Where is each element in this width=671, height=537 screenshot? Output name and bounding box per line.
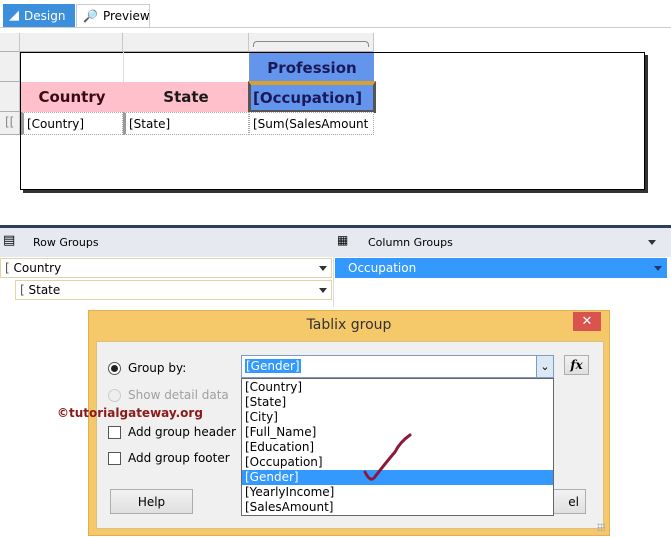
country-data-cell[interactable]: [Country] — [21, 112, 123, 135]
column-handle[interactable] — [123, 33, 249, 52]
row-group-handle[interactable]: [[ — [0, 112, 20, 135]
group-by-radio[interactable]: Group by: — [108, 361, 186, 375]
sum-data-cell[interactable]: [Sum(SalesAmount — [249, 112, 374, 135]
grouping-pane-header — [0, 228, 671, 257]
profession-header-cell[interactable]: Profession — [249, 53, 374, 82]
tab-design[interactable]: ◢ Design — [3, 4, 75, 27]
country-header-cell[interactable]: Country — [21, 82, 123, 112]
preview-icon: 🔎 — [83, 9, 98, 23]
row-handle[interactable] — [0, 52, 20, 82]
chevron-down-icon[interactable]: ⌄ — [536, 356, 553, 377]
dropdown-option[interactable]: [State] — [242, 395, 553, 410]
state-data-cell[interactable]: [State] — [123, 112, 249, 135]
dropdown-option[interactable]: [SalesAmount] — [242, 500, 553, 515]
row-handle[interactable] — [0, 82, 20, 112]
group-by-combobox[interactable]: [Gender] ⌄ — [241, 355, 554, 378]
column-groups-menu-button[interactable] — [648, 240, 656, 245]
resize-grip[interactable] — [597, 523, 605, 531]
checkmark-annotation-icon — [363, 433, 412, 481]
tab-preview[interactable]: 🔎 Preview — [76, 4, 150, 27]
design-ruler-icon: ◢ — [9, 8, 19, 23]
row-groups-label: Row Groups — [33, 236, 99, 249]
row-groups-icon: ▤ — [3, 233, 16, 248]
dropdown-arrow-icon[interactable] — [319, 266, 327, 271]
expression-fx-button[interactable]: fx — [564, 355, 589, 375]
add-group-footer-checkbox[interactable]: Add group footer — [108, 451, 230, 465]
dropdown-option[interactable]: [City] — [242, 410, 553, 425]
column-group-handle[interactable] — [249, 33, 374, 52]
column-group-occupation[interactable]: Occupation — [335, 258, 667, 278]
column-groups-icon: ▦ — [337, 233, 348, 247]
dropdown-arrow-icon[interactable] — [319, 288, 327, 293]
dropdown-arrow-icon[interactable] — [654, 266, 662, 271]
row-group-state[interactable]: [ State — [15, 280, 332, 300]
close-button[interactable]: ✕ — [573, 312, 601, 331]
state-header-cell[interactable]: State — [123, 82, 249, 112]
add-group-header-checkbox[interactable]: Add group header — [108, 425, 236, 439]
column-handle[interactable] — [20, 33, 123, 52]
dialog-title: Tablix group — [306, 317, 392, 333]
row-group-country[interactable]: [ Country — [0, 258, 332, 278]
column-groups-label: Column Groups — [368, 236, 453, 249]
occupation-header-cell[interactable]: [Occupation] — [248, 81, 376, 113]
help-button[interactable]: Help — [110, 489, 193, 514]
tab-strip-line — [0, 27, 671, 28]
corner-handle — [0, 33, 20, 52]
watermark: ©tutorialgateway.org — [57, 406, 203, 420]
dropdown-option[interactable]: [Country] — [242, 380, 553, 395]
show-detail-radio[interactable]: Show detail data — [108, 388, 229, 402]
